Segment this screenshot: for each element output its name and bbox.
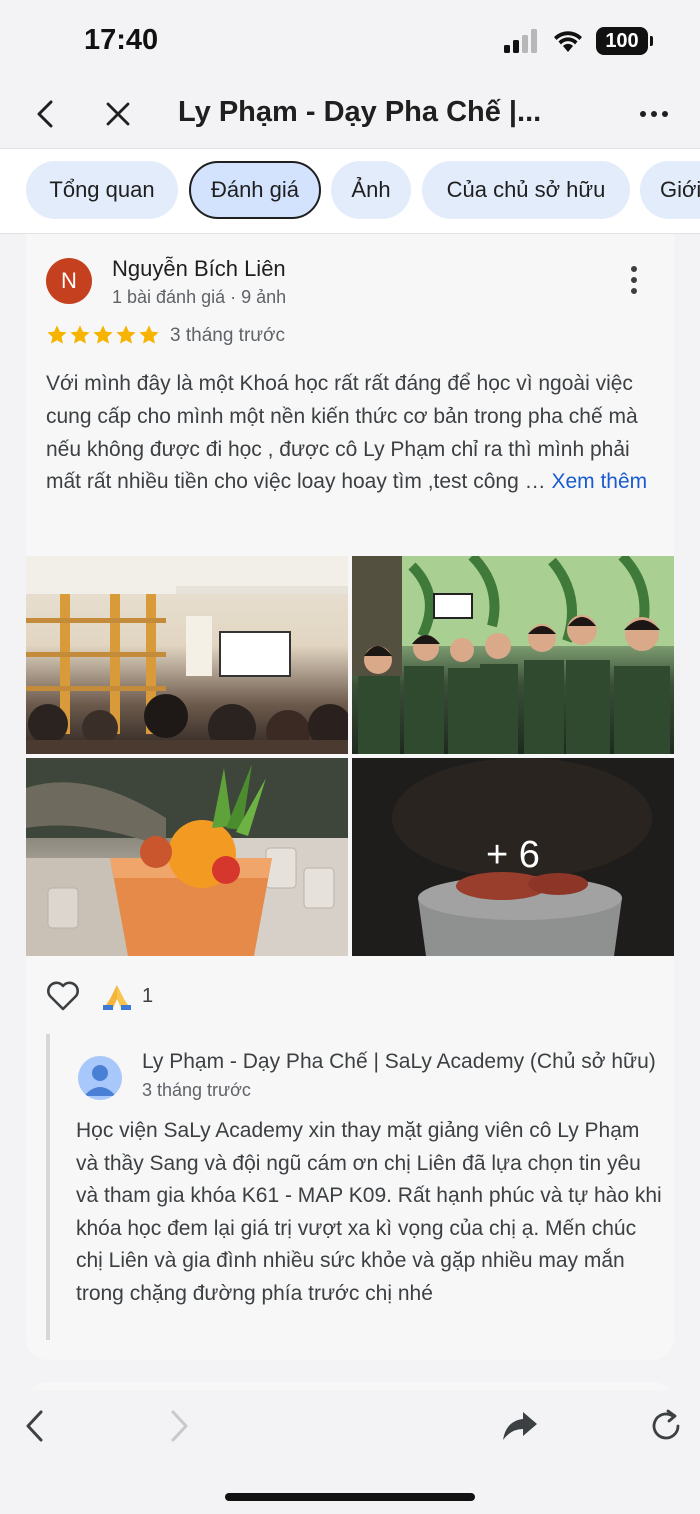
star-icon (93, 325, 113, 344)
reaction-row: 1 (46, 978, 153, 1014)
star-icon (47, 325, 67, 344)
review-photo-group[interactable] (352, 556, 674, 754)
battery-level: 100 (605, 29, 639, 52)
star-icon (116, 325, 136, 344)
status-bar: 17:40 100 (0, 0, 700, 84)
more-vertical-icon (631, 266, 637, 294)
battery-icon: 100 (596, 27, 653, 55)
reviewer-meta: 1 bài đánh giá · 9 ảnh (112, 287, 287, 307)
review-photo-drink[interactable] (26, 758, 348, 956)
close-button[interactable] (96, 92, 140, 136)
back-arrow-icon (26, 1410, 43, 1442)
see-more-link[interactable]: Xem thêm (551, 470, 647, 493)
review-more-button[interactable] (622, 264, 646, 298)
review-body: Với mình đây là một Khoá học rất rất đán… (46, 372, 638, 494)
tab-bar: Tổng quan Đánh giá Ảnh Của chủ sở hữu Gi… (0, 148, 700, 234)
star-icon (70, 325, 90, 344)
owner-avatar[interactable] (78, 1056, 122, 1100)
page-title: Ly Phạm - Dạy Pha Chế |... (178, 96, 542, 128)
status-time: 17:40 (84, 24, 159, 56)
review-text: Với mình đây là một Khoá học rất rất đán… (46, 368, 658, 499)
tab-about[interactable]: Giới (640, 161, 700, 219)
drink-photo-graphic (26, 758, 348, 956)
chevron-left-icon (37, 100, 53, 128)
tab-reviews[interactable]: Đánh giá (189, 161, 321, 219)
star-icon (139, 325, 159, 344)
wifi-icon (554, 31, 582, 52)
back-button[interactable] (24, 92, 68, 136)
folded-hands-emoji-icon (103, 985, 131, 1010)
owner-reply-text: Học viện SaLy Academy xin thay mặt giảng… (76, 1119, 662, 1305)
forward-arrow-icon (171, 1410, 188, 1442)
browser-back-button[interactable] (14, 1406, 54, 1446)
tab-by-owner[interactable]: Của chủ sở hữu (422, 161, 630, 219)
share-icon (503, 1412, 537, 1440)
avatar[interactable]: N (46, 258, 92, 304)
more-photos-tile[interactable]: + 6 (352, 758, 674, 956)
browser-forward-button[interactable] (160, 1406, 200, 1446)
more-options-button[interactable] (632, 92, 676, 136)
close-icon (106, 102, 130, 126)
star-rating (46, 324, 160, 346)
home-indicator (225, 1493, 475, 1501)
bottom-toolbar (0, 1390, 700, 1514)
title-bar: Ly Phạm - Dạy Pha Chế |... (0, 84, 700, 148)
person-icon (84, 1065, 116, 1096)
owner-reply-time: 3 tháng trước (142, 1080, 251, 1100)
share-button[interactable] (500, 1406, 540, 1446)
review-time: 3 tháng trước (170, 325, 285, 346)
reviewer-name[interactable]: Nguyễn Bích Liên (112, 256, 286, 282)
status-icons: 100 (504, 27, 653, 55)
review-photo-classroom[interactable] (26, 556, 348, 754)
signal-icon (504, 29, 537, 53)
reaction-count: 1 (142, 984, 154, 1007)
tab-photos[interactable]: Ảnh (331, 161, 411, 219)
group-photo-graphic (352, 556, 674, 754)
heart-icon[interactable] (46, 981, 80, 1011)
more-horizontal-icon (640, 111, 668, 117)
owner-reply: Ly Phạm - Dạy Pha Chế | SaLy Academy (Ch… (46, 1034, 674, 1340)
reload-icon (652, 1409, 680, 1440)
classroom-photo-graphic (26, 556, 348, 754)
tab-overview[interactable]: Tổng quan (26, 161, 178, 219)
review-card: N Nguyễn Bích Liên 1 bài đánh giá · 9 ản… (26, 234, 674, 1360)
more-photos-count: + 6 (486, 833, 540, 876)
owner-name[interactable]: Ly Phạm - Dạy Pha Chế | SaLy Academy (Ch… (142, 1050, 678, 1074)
reload-button[interactable] (646, 1406, 686, 1446)
